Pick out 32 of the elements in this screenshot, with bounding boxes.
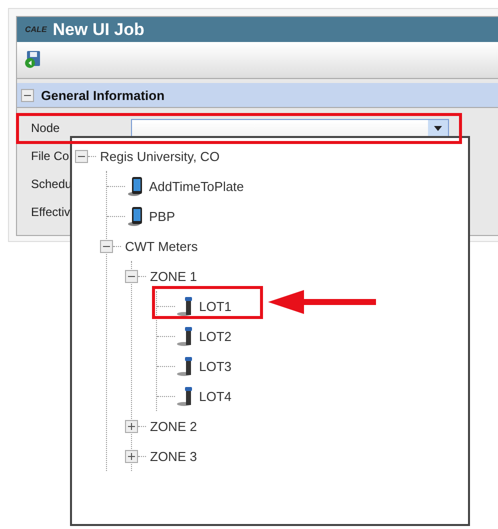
expand-icon[interactable] (125, 450, 138, 462)
parking-meter-icon (177, 356, 195, 376)
tree-item[interactable]: LOT2 (199, 328, 232, 344)
save-icon[interactable] (25, 51, 41, 69)
tree-item[interactable]: AddTimeToPlate (149, 178, 244, 194)
logo: CALE (25, 25, 47, 34)
field-label: File Co (31, 149, 70, 163)
tree-item[interactable]: LOT4 (199, 388, 232, 404)
tree-item[interactable]: LOT3 (199, 358, 232, 374)
window-title: New UI Job (52, 20, 144, 40)
collapse-icon[interactable] (75, 150, 88, 162)
parking-meter-icon (177, 386, 195, 406)
caret-icon[interactable] (434, 126, 442, 130)
tree-item[interactable]: Regis University, CO (100, 148, 220, 164)
tree-item[interactable]: ZONE 2 (150, 418, 197, 434)
section-title: General Information (41, 88, 165, 102)
field-label: Effectiv (31, 205, 70, 219)
collapse-icon[interactable] (21, 88, 34, 102)
collapse-icon[interactable] (125, 270, 138, 282)
tree-item[interactable]: PBP (149, 208, 176, 224)
collapse-icon[interactable] (100, 240, 113, 252)
phone-icon (127, 206, 145, 226)
parking-meter-icon (177, 296, 195, 316)
phone-icon (127, 176, 145, 196)
tree-item[interactable]: ZONE 3 (150, 448, 197, 464)
tree-item[interactable]: ZONE 1 (150, 268, 197, 284)
node-dropdown[interactable] (131, 119, 449, 137)
tree-item[interactable]: CWT Meters (125, 238, 198, 254)
expand-icon[interactable] (125, 420, 138, 432)
field-label: Node (31, 121, 60, 135)
parking-meter-icon (177, 326, 195, 346)
tree-item[interactable]: LOT1 (199, 298, 232, 314)
